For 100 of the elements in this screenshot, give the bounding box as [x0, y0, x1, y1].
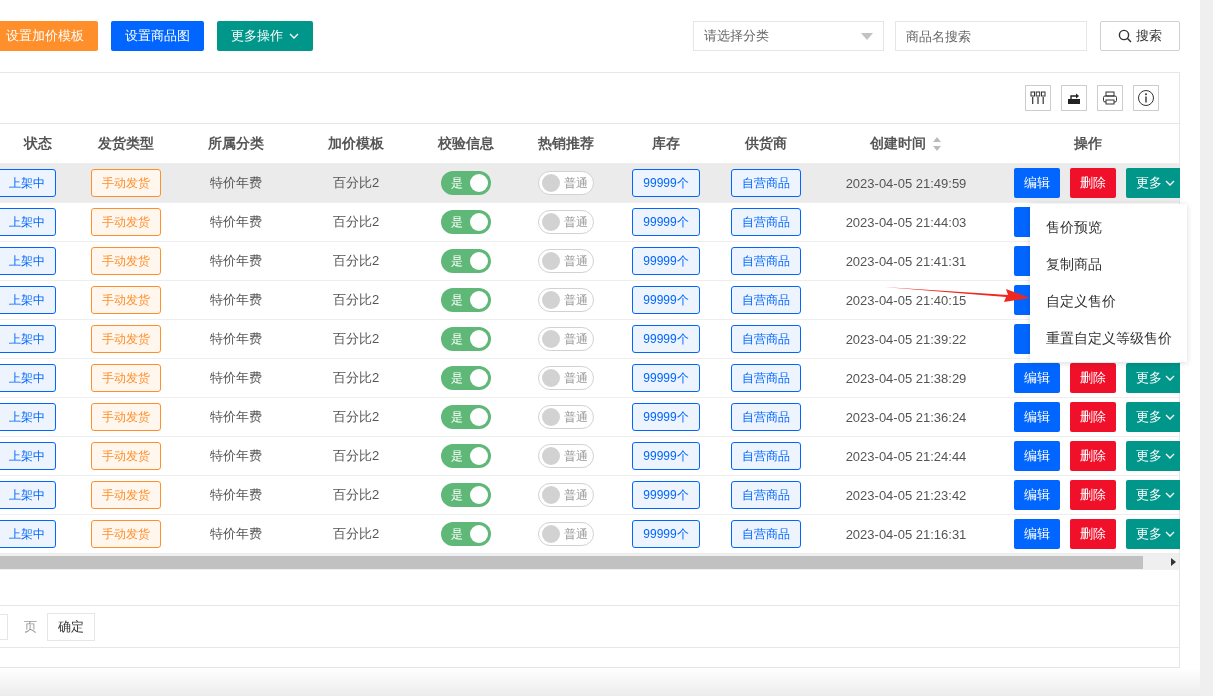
shipping-tag: 手动发货	[91, 403, 161, 431]
delete-button[interactable]: 删除	[1070, 480, 1116, 510]
shipping-tag: 手动发货	[91, 169, 161, 197]
menu-item[interactable]: 自定义售价	[1030, 283, 1187, 320]
verify-switch[interactable]: 是	[441, 249, 491, 273]
delete-button[interactable]: 删除	[1070, 402, 1116, 432]
more-actions-button[interactable]: 更多操作	[217, 21, 313, 51]
stock-tag: 99999个	[632, 520, 700, 548]
menu-item[interactable]: 重置自定义等级售价	[1030, 320, 1187, 357]
edit-button[interactable]	[1014, 324, 1030, 354]
verify-switch[interactable]: 是	[441, 444, 491, 468]
supplier-tag: 自营商品	[731, 208, 801, 236]
status-tag: 上架中	[0, 325, 56, 353]
status-tag: 上架中	[0, 520, 56, 548]
delete-button[interactable]: 删除	[1070, 363, 1116, 393]
hot-switch[interactable]: 普通	[538, 366, 594, 390]
caret-icon	[1165, 531, 1175, 537]
stock-tag: 99999个	[632, 442, 700, 470]
hot-switch[interactable]: 普通	[538, 444, 594, 468]
supplier-tag: 自营商品	[731, 520, 801, 548]
dropdown-arrow-icon	[861, 32, 873, 40]
verify-switch[interactable]: 是	[441, 366, 491, 390]
column-header: 供货商	[745, 134, 787, 153]
shipping-tag: 手动发货	[91, 247, 161, 275]
image-button[interactable]: 设置商品图	[111, 21, 204, 51]
category-text: 特价年费	[210, 213, 262, 231]
delete-button[interactable]: 删除	[1070, 441, 1116, 471]
edit-button[interactable]: 编辑	[1014, 168, 1060, 198]
search-field[interactable]: 商品名搜索	[895, 21, 1087, 51]
columns-icon[interactable]	[1025, 85, 1051, 111]
category-select[interactable]: 请选择分类	[693, 21, 884, 51]
template-text: 百分比2	[332, 291, 380, 309]
verify-switch[interactable]: 是	[441, 405, 491, 429]
more-button[interactable]: 更多	[1126, 519, 1180, 549]
page-input[interactable]	[0, 613, 8, 640]
edit-button[interactable]	[1014, 207, 1030, 237]
edit-button[interactable]: 编辑	[1014, 441, 1060, 471]
hot-switch[interactable]: 普通	[538, 288, 594, 312]
scrollbar-thumb[interactable]	[0, 555, 1143, 569]
status-tag: 上架中	[0, 247, 56, 275]
hot-switch[interactable]: 普通	[538, 327, 594, 351]
verify-switch[interactable]: 是	[441, 327, 491, 351]
created-time: 2023-04-05 21:41:31	[845, 253, 967, 269]
more-button[interactable]: 更多	[1126, 168, 1180, 198]
print-icon[interactable]	[1097, 85, 1123, 111]
scroll-right-icon[interactable]	[1171, 558, 1176, 566]
sort-icon[interactable]	[932, 135, 942, 152]
template-text: 百分比2	[332, 213, 380, 231]
supplier-tag: 自营商品	[731, 247, 801, 275]
stock-tag: 99999个	[632, 208, 700, 236]
verify-switch[interactable]: 是	[441, 483, 491, 507]
hot-switch[interactable]: 普通	[538, 405, 594, 429]
hot-switch[interactable]: 普通	[538, 210, 594, 234]
column-header: 校验信息	[438, 134, 494, 153]
created-time: 2023-04-05 21:49:59	[845, 175, 967, 191]
caret-icon	[1165, 414, 1175, 420]
shipping-tag: 手动发货	[91, 208, 161, 236]
more-button[interactable]: 更多	[1126, 480, 1180, 510]
edit-button[interactable]: 编辑	[1014, 519, 1060, 549]
hot-switch[interactable]: 普通	[538, 171, 594, 195]
category-text: 特价年费	[210, 330, 262, 348]
confirm-button[interactable]: 确定	[47, 612, 95, 641]
stock-tag: 99999个	[632, 364, 700, 392]
shipping-tag: 手动发货	[91, 520, 161, 548]
template-text: 百分比2	[332, 174, 380, 192]
hot-switch[interactable]: 普通	[538, 522, 594, 546]
caret-icon	[1165, 492, 1175, 498]
search-button[interactable]: 搜索	[1100, 21, 1180, 51]
column-header: 操作	[1074, 134, 1102, 153]
hot-switch[interactable]: 普通	[538, 249, 594, 273]
edit-button[interactable]: 编辑	[1014, 402, 1060, 432]
more-button[interactable]: 更多	[1126, 402, 1180, 432]
shipping-tag: 手动发货	[91, 442, 161, 470]
edit-button[interactable]: 编辑	[1014, 363, 1060, 393]
verify-switch[interactable]: 是	[441, 171, 491, 195]
edit-button[interactable]: 编辑	[1014, 480, 1060, 510]
export-icon[interactable]	[1061, 85, 1087, 111]
hot-switch[interactable]: 普通	[538, 483, 594, 507]
shipping-tag: 手动发货	[91, 364, 161, 392]
delete-button[interactable]: 删除	[1070, 168, 1116, 198]
shipping-tag: 手动发货	[91, 286, 161, 314]
verify-switch[interactable]: 是	[441, 210, 491, 234]
created-time: 2023-04-05 21:40:15	[845, 292, 967, 308]
verify-switch[interactable]: 是	[441, 522, 491, 546]
more-button[interactable]: 更多	[1126, 363, 1180, 393]
verify-switch[interactable]: 是	[441, 288, 491, 312]
created-time: 2023-04-05 21:16:31	[845, 526, 967, 542]
stock-tag: 99999个	[632, 403, 700, 431]
category-text: 特价年费	[210, 369, 262, 387]
search-icon	[1118, 29, 1132, 43]
column-header: 发货类型	[98, 134, 154, 153]
menu-item[interactable]: 复制商品	[1030, 246, 1187, 283]
supplier-tag: 自营商品	[731, 325, 801, 353]
info-icon[interactable]	[1133, 85, 1159, 111]
template-button[interactable]: 设置加价模板	[0, 21, 98, 51]
menu-item[interactable]: 售价预览	[1030, 209, 1187, 246]
created-time: 2023-04-05 21:38:29	[845, 370, 967, 386]
more-button[interactable]: 更多	[1126, 441, 1180, 471]
delete-button[interactable]: 删除	[1070, 519, 1116, 549]
edit-button[interactable]	[1014, 246, 1030, 276]
